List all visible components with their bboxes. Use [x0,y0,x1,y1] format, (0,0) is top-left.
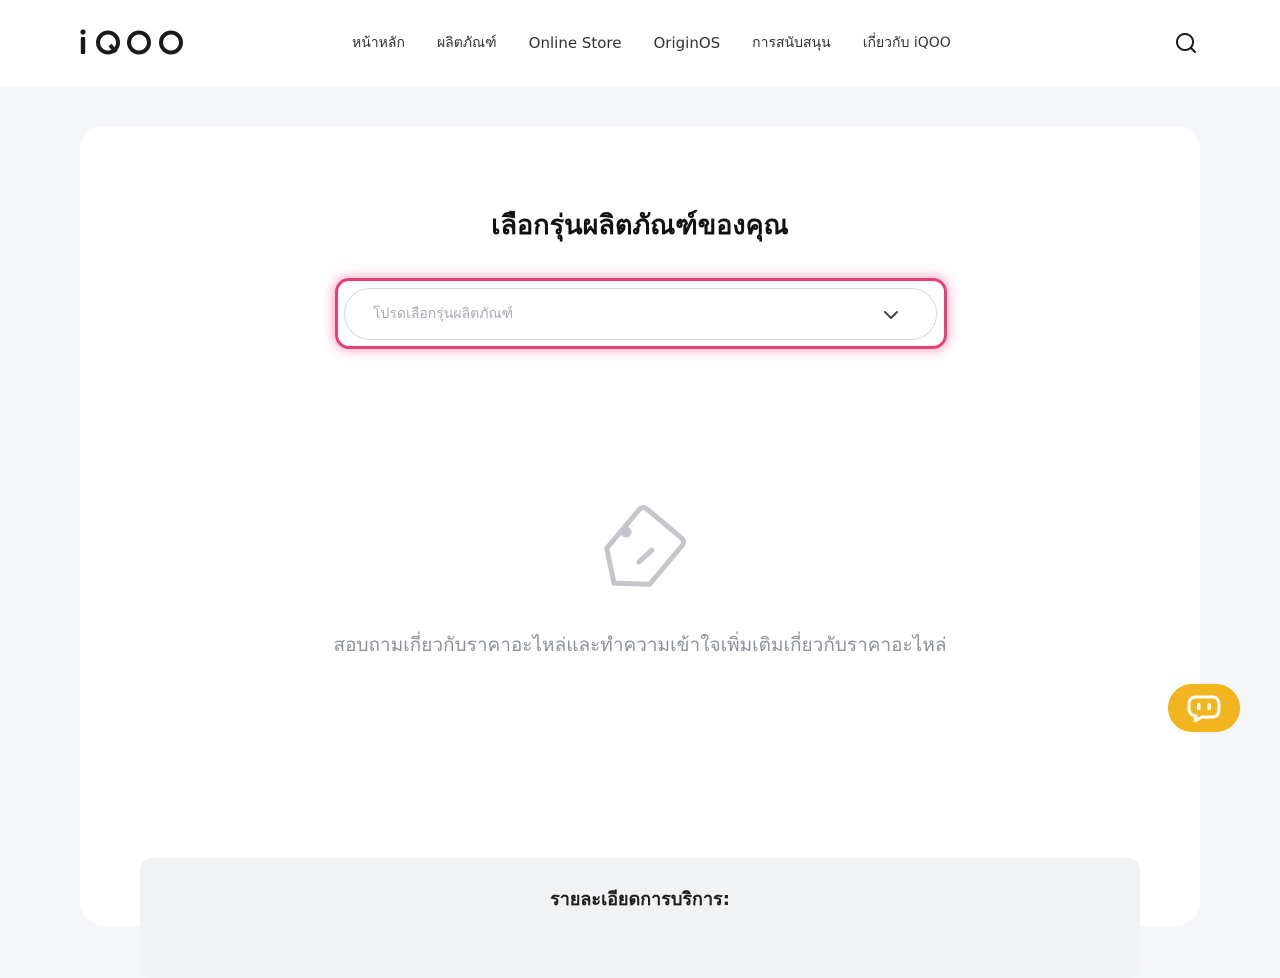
select-placeholder: โปรดเลือกรุ่นผลิตภัณฑ์ [373,306,514,322]
main-card: เลือกรุ่นผลิตภัณฑ์ของคุณ โปรดเลือกรุ่นผล… [80,126,1200,978]
nav-item-products[interactable]: ผลิตภัณฑ์ [437,33,497,53]
price-tag-icon [583,493,699,609]
site-header: หน้าหลัก ผลิตภัณฑ์ Online Store OriginOS… [0,0,1280,86]
nav-item-home[interactable]: หน้าหลัก [352,33,405,53]
chat-button[interactable] [1168,684,1240,732]
search-icon[interactable] [1174,31,1198,55]
main-nav: หน้าหลัก ผลิตภัณฑ์ Online Store OriginOS… [352,33,951,53]
service-details-panel: รายละเอียดการบริการ: [140,858,1140,978]
empty-state-text: สอบถามเกี่ยวกับราคาอะไหล่และทำความเข้าใจ… [333,634,947,656]
page-title: เลือกรุ่นผลิตภัณฑ์ของคุณ [491,210,789,241]
chevron-down-icon [883,307,899,323]
nav-item-online-store[interactable]: Online Store [529,33,622,53]
chatbot-icon [1186,694,1222,723]
iqoo-logo[interactable] [80,29,184,55]
nav-item-support[interactable]: การสนับสนุน [752,33,831,53]
service-details-title: รายละเอียดการบริการ: [550,889,730,910]
nav-item-about[interactable]: เกี่ยวกับ iQOO [863,33,951,53]
product-model-select[interactable]: โปรดเลือกรุ่นผลิตภัณฑ์ [344,288,937,340]
nav-item-originos[interactable]: OriginOS [653,33,720,53]
